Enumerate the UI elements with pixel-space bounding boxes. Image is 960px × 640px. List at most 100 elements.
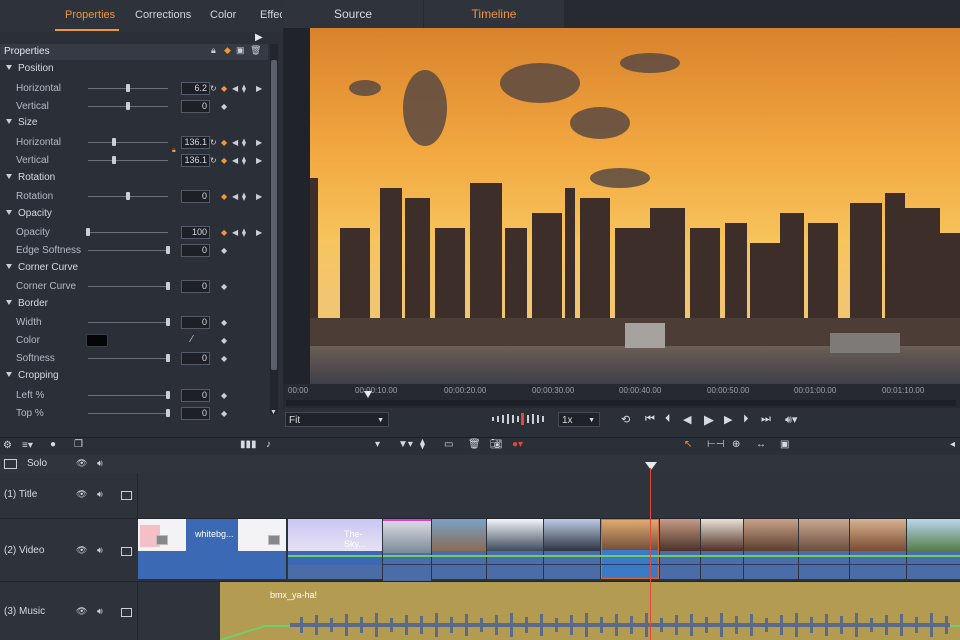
collapse-triangle-icon[interactable] [6,300,12,305]
keyframe-icon[interactable]: ◆ [224,45,231,56]
edge-softness-value[interactable]: 0 [181,244,210,257]
section-cropping[interactable]: Cropping [6,370,59,381]
keyframe-icon[interactable]: ◆ [221,391,227,401]
section-opacity[interactable]: Opacity [6,208,52,219]
expand-icon[interactable]: ◂ [950,439,955,450]
volume-icon[interactable]: 🔊︎▾ [785,413,797,427]
audio-meter-icon[interactable]: ▮▮▮ [240,439,257,450]
title-track-lane[interactable] [137,473,960,518]
marker-icon[interactable]: ▾ [375,439,380,450]
border-softness-handle[interactable] [166,354,170,362]
next-keyframe-icon[interactable]: ▶ [256,138,262,148]
size-vertical-slider[interactable] [88,160,168,161]
step-back-icon[interactable]: ◀ [683,413,691,426]
crop-left-slider[interactable] [88,395,168,396]
preview-image[interactable] [310,28,960,384]
video-clip[interactable] [660,519,700,579]
keyframe-pair-icon[interactable]: ⧫ [242,138,246,148]
video-clip[interactable] [799,519,849,579]
timeline-ruler-row[interactable]: Solo 👁︎ 🔊︎ [0,455,960,473]
reset-icon[interactable]: ↻ [210,156,217,166]
keyframe-icon[interactable]: ◆ [221,354,227,364]
position-horizontal-handle[interactable] [126,84,130,92]
tab-effects[interactable]: Effects [260,9,282,21]
reset-icon[interactable]: ↻ [210,84,217,94]
video-clip-sky[interactable]: The-Sky... [288,519,382,579]
collapse-triangle-icon[interactable] [6,65,12,70]
aspect-lock-icon[interactable]: 🔒︎ [172,146,176,156]
keyframe-icon[interactable]: ◆ [221,228,227,238]
keyframe-icon[interactable]: ◆ [221,84,227,94]
pointer-icon[interactable]: ↖ [684,439,692,450]
video-clip[interactable] [487,519,543,579]
section-position[interactable]: Position [6,63,54,74]
loop-icon[interactable]: ⟲ [621,413,630,426]
opacity-slider[interactable] [88,232,168,233]
slip-icon[interactable]: ↔ [756,439,766,450]
music-note-icon[interactable]: ♪ [266,439,271,450]
eye-icon[interactable]: 👁︎ [76,545,87,556]
timeline-playhead-handle[interactable] [645,462,657,470]
keyframe-pair-icon[interactable]: ⧫ [242,84,246,94]
collapse-triangle-icon[interactable] [6,210,12,215]
prev-keyframe-icon[interactable]: ◀ [232,156,238,166]
video-clip[interactable] [383,519,431,581]
tab-source[interactable]: Source [283,0,423,28]
preview-playhead[interactable] [364,391,372,398]
opacity-value[interactable]: 100 [181,226,210,239]
next-keyframe-icon[interactable]: ▶ [256,192,262,202]
video-clip[interactable] [744,519,798,579]
tab-properties[interactable]: Properties [65,9,115,21]
section-size[interactable]: Size [6,117,37,128]
eye-icon[interactable]: 👁︎ [76,606,87,617]
trim-icon[interactable]: ⊢⊣ [707,439,724,450]
collapse-triangle-icon[interactable] [6,174,12,179]
next-keyframe-icon[interactable]: ▶ [256,156,262,166]
speaker-icon[interactable]: 🔊︎ [97,545,103,556]
chapter-icon[interactable]: ▼▾ [398,439,413,450]
crop-top-value[interactable]: 0 [181,407,210,420]
edge-softness-handle[interactable] [166,246,170,254]
position-vertical-handle[interactable] [126,102,130,110]
overlay-icon[interactable]: ❐ [74,439,83,450]
monitor-icon[interactable] [121,547,132,556]
title-icon[interactable]: ▭ [444,439,453,450]
step-forward-icon[interactable]: ▶ [724,413,732,426]
size-horizontal-value[interactable]: 136.1 [181,136,210,149]
keyframe-icon[interactable]: ◆ [221,192,227,202]
storyboard-icon[interactable] [4,459,17,469]
keyframe-icon[interactable]: ◆ [221,336,227,346]
video-clip[interactable] [432,519,486,579]
next-keyframe-icon[interactable]: ▶ [256,228,262,238]
collapse-triangle-icon[interactable] [6,119,12,124]
record-voice-icon[interactable]: ●▾ [512,439,523,450]
prev-keyframe-icon[interactable]: ◀ [232,138,238,148]
go-to-end-icon[interactable]: ⏭ [761,413,771,426]
music-clip[interactable]: bmx_ya-ha! [220,582,960,640]
shuttle-control[interactable] [492,413,550,425]
border-width-handle[interactable] [166,318,170,326]
keyframe-icon[interactable]: ◆ [221,156,227,166]
keyframe-pair-icon[interactable]: ⧫ [242,228,246,238]
video-clip[interactable] [907,519,960,579]
crop-left-value[interactable]: 0 [181,389,210,402]
lock-icon[interactable]: 🔒︎ [211,45,216,56]
keyframe-icon[interactable]: ◆ [221,138,227,148]
split-icon[interactable]: ⧫ [420,439,425,450]
zoom-select[interactable]: Fit ▼ [285,412,389,427]
delete-icon[interactable]: 🗑︎ [468,439,481,450]
size-horizontal-handle[interactable] [112,138,116,146]
prev-keyframe-icon[interactable]: ◀ [232,228,238,238]
track-menu-icon[interactable]: ≡▾ [22,440,33,451]
trash-icon[interactable]: 🗑︎ [250,45,261,56]
mixer-icon[interactable]: ● [50,439,56,450]
snapshot-icon[interactable]: 📷︎ [490,439,503,450]
image-icon[interactable]: ▣ [236,45,245,56]
speed-select[interactable]: 1x ▼ [558,412,600,427]
crop-top-handle[interactable] [166,409,170,417]
fit-timeline-icon[interactable]: ▣ [780,439,789,450]
size-vertical-handle[interactable] [112,156,116,164]
scroll-down-icon[interactable]: ▼ [270,409,277,416]
eyedropper-icon[interactable]: ⁄ [191,335,193,345]
border-width-slider[interactable] [88,322,168,323]
